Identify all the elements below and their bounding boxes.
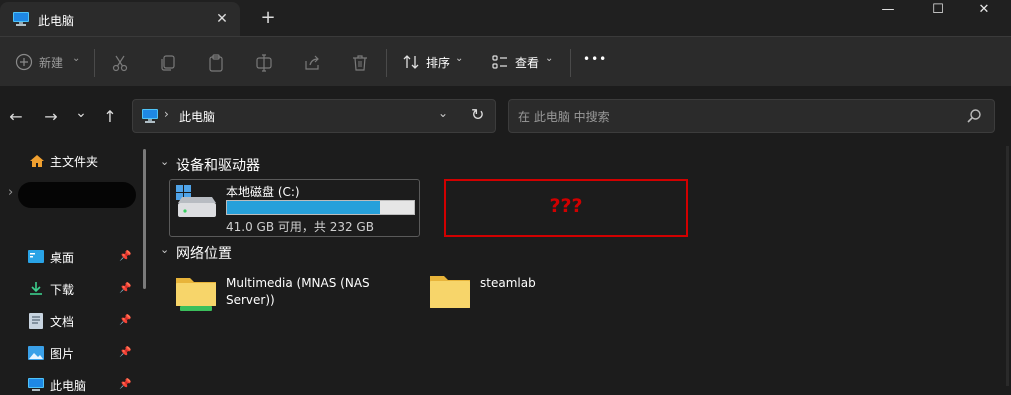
sidebar-item-this-pc[interactable]: 此电脑 📌 <box>28 377 148 393</box>
computer-icon <box>28 378 44 392</box>
sidebar-item-desktop[interactable]: 桌面 📌 <box>28 249 148 265</box>
pin-icon: 📌 <box>119 347 132 358</box>
new-icon <box>15 53 33 71</box>
up-button[interactable]: ↑ <box>101 108 119 126</box>
expand-chevron-icon[interactable]: › <box>8 185 13 200</box>
sidebar-item-home[interactable]: 主文件夹 <box>50 153 98 170</box>
drive-usage-bar <box>226 200 415 215</box>
new-tab-button[interactable]: + <box>258 7 278 29</box>
view-button[interactable]: 查看 ⌄ <box>486 47 562 77</box>
drive-usage-fill <box>227 201 381 214</box>
sidebar-item-label: 文档 <box>50 315 75 329</box>
network-item-label: Server)) <box>226 293 275 307</box>
pin-icon: 📌 <box>119 379 132 390</box>
network-section-title[interactable]: 网络位置 <box>176 243 232 263</box>
forward-button[interactable]: → <box>42 108 60 126</box>
share-icon[interactable] <box>302 53 322 73</box>
toolbar-divider <box>94 49 95 77</box>
breadcrumb[interactable]: 此电脑 <box>179 108 215 125</box>
home-icon <box>29 154 45 168</box>
recent-locations-button[interactable]: ⌄ <box>72 104 90 122</box>
drive-usage-text: 41.0 GB 可用，共 232 GB <box>226 220 374 234</box>
search-input[interactable]: 在 此电脑 中搜索 <box>518 108 610 125</box>
sidebar-item-label: 此电脑 <box>50 379 87 393</box>
computer-icon <box>141 108 159 124</box>
tab-title: 此电脑 <box>38 14 75 28</box>
more-icon[interactable]: ••• <box>583 52 607 66</box>
cut-icon[interactable] <box>110 53 130 73</box>
navigation-pane: 主文件夹 › 桌面 📌 下载 📌 文档 📌 图片 📌 此电脑 📌 <box>0 146 155 394</box>
document-icon <box>29 313 43 329</box>
new-button[interactable]: 新建 ⌄ <box>10 47 88 77</box>
close-window-button[interactable]: ✕ <box>961 0 1007 20</box>
sidebar-item-label: 桌面 <box>50 251 75 265</box>
local-disk-c[interactable]: 本地磁盘 (C:) 41.0 GB 可用，共 232 GB <box>169 179 420 237</box>
pin-icon: 📌 <box>119 283 132 294</box>
network-item-steamlab[interactable]: steamlab <box>428 272 608 314</box>
sidebar-item-label: 下载 <box>50 283 75 297</box>
computer-icon <box>12 11 30 27</box>
close-tab-button[interactable]: ✕ <box>214 9 230 29</box>
refresh-button[interactable]: ↻ <box>471 105 484 124</box>
tab-this-pc[interactable]: 此电脑 ✕ <box>0 2 240 36</box>
copy-icon[interactable] <box>158 53 178 73</box>
sidebar-item-label: 图片 <box>50 347 75 361</box>
navigation-bar: ← → ⌄ ↑ › 此电脑 ⌄ ↻ 在 此电脑 中搜索 <box>0 86 1011 146</box>
content-scrollbar[interactable] <box>1006 146 1009 386</box>
minimize-button[interactable]: — <box>865 0 911 20</box>
chevron-down-icon: ⌄ <box>455 53 464 64</box>
network-folder-icon <box>174 272 218 312</box>
maximize-button[interactable]: ☐ <box>915 0 961 20</box>
sidebar-item-pictures[interactable]: 图片 📌 <box>28 345 148 361</box>
paste-icon[interactable] <box>206 53 226 73</box>
pictures-icon <box>28 346 44 360</box>
toolbar-divider <box>570 49 571 77</box>
missing-drive-highlight: ??? <box>444 179 688 237</box>
network-item-label: Multimedia (MNAS (NAS <box>226 276 370 290</box>
back-button[interactable]: ← <box>7 108 25 126</box>
view-label: 查看 <box>515 56 540 70</box>
title-bar: 此电脑 ✕ + — ☐ ✕ <box>0 0 1011 36</box>
address-bar[interactable]: › 此电脑 ⌄ ↻ <box>132 99 496 133</box>
unknown-label: ??? <box>549 195 583 217</box>
desktop-icon <box>28 250 44 263</box>
drive-name: 本地磁盘 (C:) <box>226 185 300 199</box>
breadcrumb-separator: › <box>164 107 169 121</box>
chevron-down-icon: ⌄ <box>545 53 554 64</box>
sort-label: 排序 <box>426 56 451 70</box>
pin-icon: 📌 <box>119 251 132 262</box>
network-item-multimedia[interactable]: Multimedia (MNAS (NAS Server)) <box>174 272 394 314</box>
folder-icon <box>428 272 472 310</box>
command-bar: 新建 ⌄ 排序 ⌄ 查看 ⌄ ••• <box>0 36 1011 87</box>
devices-section-title[interactable]: 设备和驱动器 <box>176 155 260 175</box>
toolbar-divider <box>386 49 387 77</box>
new-label: 新建 <box>39 56 64 70</box>
collapse-chevron-icon[interactable]: ⌄ <box>160 155 169 168</box>
delete-icon[interactable] <box>350 53 370 73</box>
drive-icon <box>174 183 220 219</box>
search-box[interactable]: 在 此电脑 中搜索 <box>508 99 995 133</box>
network-item-label: steamlab <box>480 276 536 290</box>
rename-icon[interactable] <box>254 53 274 73</box>
collapse-chevron-icon[interactable]: ⌄ <box>160 243 169 256</box>
download-icon <box>28 281 44 296</box>
sidebar-scrollbar[interactable] <box>143 149 146 289</box>
view-icon <box>491 53 509 71</box>
sort-button[interactable]: 排序 ⌄ <box>398 47 470 77</box>
sidebar-item-documents[interactable]: 文档 📌 <box>28 313 148 329</box>
chevron-down-icon[interactable]: ⌄ <box>438 106 448 120</box>
redacted-account[interactable] <box>18 182 136 208</box>
search-icon <box>966 108 982 124</box>
chevron-down-icon: ⌄ <box>72 53 81 64</box>
sort-icon <box>402 53 420 71</box>
sidebar-item-downloads[interactable]: 下载 📌 <box>28 281 148 297</box>
pin-icon: 📌 <box>119 315 132 326</box>
